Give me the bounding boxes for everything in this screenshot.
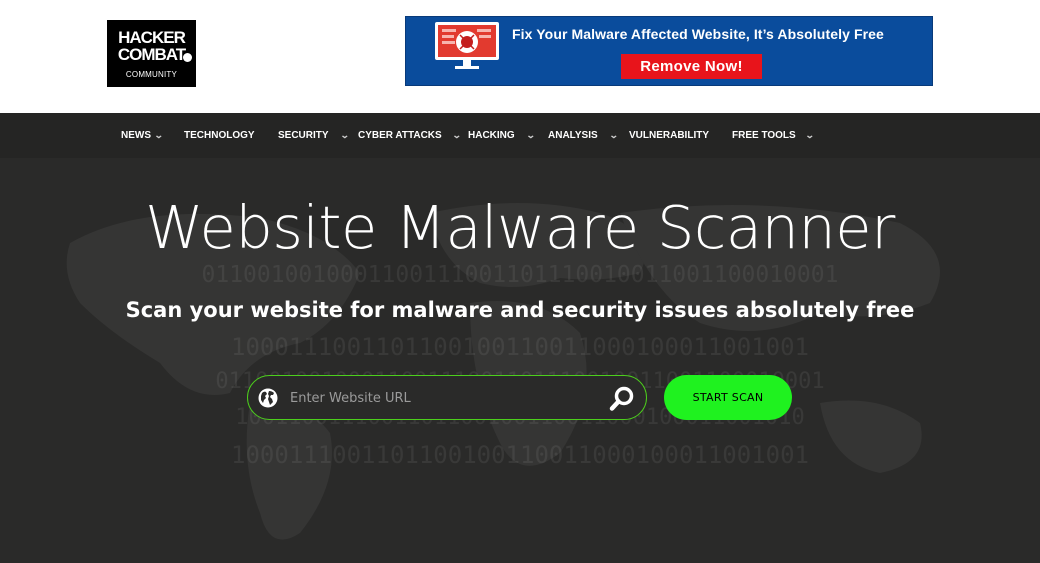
nav-item-vulnerability[interactable]: VULNERABILITY bbox=[629, 113, 709, 158]
remove-now-button[interactable]: Remove Now! bbox=[621, 54, 762, 79]
logo-text-community: COMMUNITY bbox=[125, 70, 178, 79]
chevron-down-icon: ⌄ bbox=[153, 130, 164, 140]
banner-headline: Fix Your Malware Affected Website, It’s … bbox=[512, 26, 884, 42]
nav-item-hacking[interactable]: HACKING ⌄ bbox=[468, 113, 536, 158]
nav-item-label: HACKING bbox=[468, 130, 515, 141]
nav-item-free-tools[interactable]: FREE TOOLS ⌄ bbox=[732, 113, 815, 158]
chevron-down-icon: ⌄ bbox=[804, 130, 815, 140]
malware-removal-banner[interactable]: Fix Your Malware Affected Website, It’s … bbox=[405, 16, 933, 86]
globe-icon bbox=[258, 388, 278, 408]
chevron-down-icon: ⌄ bbox=[339, 130, 350, 140]
nav-item-security[interactable]: SECURITY ⌄ bbox=[278, 113, 350, 158]
nav-item-label: CYBER ATTACKS bbox=[358, 130, 442, 141]
nav-item-news[interactable]: NEWS ⌄ bbox=[121, 113, 164, 158]
chevron-down-icon: ⌄ bbox=[608, 130, 619, 140]
nav-item-label: TECHNOLOGY bbox=[184, 130, 255, 141]
binary-row-1: 0110010010001100111001101110010011001100… bbox=[201, 262, 839, 288]
nav-item-analysis[interactable]: ANALYSIS ⌄ bbox=[548, 113, 619, 158]
main-navigation: NEWS ⌄ TECHNOLOGY SECURITY ⌄ CYBER ATTACKS… bbox=[0, 113, 1040, 158]
nav-item-cyber-attacks[interactable]: CYBER ATTACKS ⌄ bbox=[358, 113, 462, 158]
hacker-combat-logo[interactable]: HACKER COMBAT COMMUNITY bbox=[107, 20, 196, 87]
binary-row-5: 1000111001101100100110011000100011001001 bbox=[231, 441, 809, 469]
url-search-field[interactable] bbox=[247, 375, 647, 420]
start-scan-button[interactable]: START SCAN bbox=[664, 375, 792, 420]
nav-item-label: VULNERABILITY bbox=[629, 130, 709, 141]
website-url-input[interactable] bbox=[290, 385, 590, 411]
nav-item-label: NEWS bbox=[121, 130, 151, 141]
nav-item-label: SECURITY bbox=[278, 130, 329, 141]
hero-section: 0110010010001100111001101110010011001100… bbox=[0, 113, 1040, 563]
nav-item-label: ANALYSIS bbox=[548, 130, 598, 141]
infected-monitor-icon bbox=[435, 22, 499, 69]
chevron-down-icon: ⌄ bbox=[525, 130, 536, 140]
nav-item-technology[interactable]: TECHNOLOGY bbox=[184, 113, 255, 158]
nav-item-label: FREE TOOLS bbox=[732, 130, 796, 141]
page-title: Website Malware Scanner bbox=[145, 193, 895, 262]
binary-row-2: 1000111001101100100110011000100011001001 bbox=[231, 333, 809, 361]
chevron-down-icon: ⌄ bbox=[451, 130, 462, 140]
search-icon[interactable] bbox=[609, 386, 635, 412]
site-header: HACKER COMBAT COMMUNITY Fix Your Malware… bbox=[0, 0, 1040, 113]
logo-dot-icon bbox=[183, 53, 192, 62]
page-subtitle: Scan your website for malware and securi… bbox=[125, 298, 915, 322]
logo-text-hacker: HACKER bbox=[118, 28, 186, 47]
